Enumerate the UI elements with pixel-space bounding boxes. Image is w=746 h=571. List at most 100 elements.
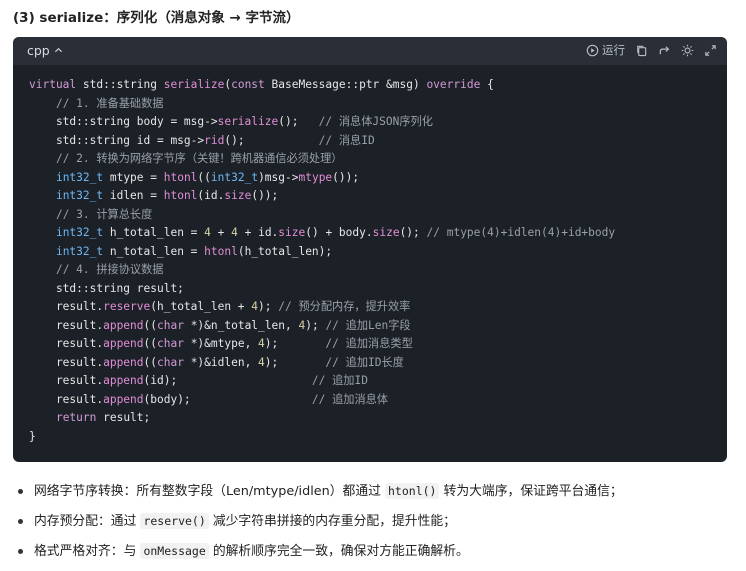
code-text: (( — [143, 318, 157, 332]
code-text: std::string — [76, 78, 164, 91]
code-line: return result; — [29, 409, 615, 428]
summary-list: 网络字节序转换：所有整数字段（Len/mtype/idlen）都通过 htonl… — [14, 481, 623, 571]
heading-prefix: (3) serialize： — [13, 10, 117, 26]
code-text: result. — [29, 355, 104, 369]
code-keyword: char — [157, 337, 184, 350]
code-comment: // 追加消息类型 — [325, 337, 413, 350]
code-text: result; — [96, 411, 151, 424]
code-line: // 3. 计算总长度 — [29, 206, 615, 225]
code-text: mtype = — [103, 170, 164, 184]
code-line: result.reserve(h_total_len + 4); // 预分配内… — [29, 298, 615, 317]
code-line: virtual std::string serialize(const Base… — [29, 76, 615, 95]
code-comment: // 消息体JSON序列化 — [318, 115, 433, 128]
code-text: ); — [264, 355, 326, 369]
code-number: 4 — [231, 226, 238, 239]
code-line: result.append((char *)&idlen, 4); // 追加I… — [29, 354, 615, 373]
code-text: (h_total_len + — [150, 300, 252, 313]
code-text: (body); — [143, 392, 312, 406]
heading-title: 序列化（消息对象 → 字节流） — [116, 10, 300, 26]
section-heading: (3) serialize：序列化（消息对象 → 字节流） — [13, 8, 300, 28]
run-button[interactable]: 运行 — [586, 42, 625, 58]
code-line: int32_t idlen = htonl(id.size()); — [29, 187, 615, 206]
bullet-text: 的解析顺序完全一致，确保对方能正确解析。 — [208, 544, 469, 559]
code-text: result. — [29, 337, 104, 350]
bullet-text: 格式严格对齐：与 — [34, 544, 141, 559]
code-text: () + body. — [305, 226, 373, 239]
code-line: result.append((char *)&n_total_len, 4); … — [29, 317, 615, 336]
code-text: ()); — [251, 189, 279, 202]
code-comment: // 追加消息体 — [311, 392, 389, 406]
language-collapse-toggle[interactable]: cpp — [27, 43, 63, 58]
code-text: std::string body = msg-> — [29, 115, 218, 128]
bullet-text: 转为大端序，保证跨平台通信； — [439, 484, 623, 499]
code-line: int32_t n_total_len = htonl(h_total_len)… — [29, 243, 615, 262]
code-line: // 1. 准备基础数据 — [29, 95, 615, 114]
code-line: // 2. 转换为网络字节序（关键！跨机器通信必须处理） — [29, 150, 615, 169]
code-text: std::string id = msg-> — [29, 133, 205, 147]
code-comment: // 2. 转换为网络字节序（关键！跨机器通信必须处理） — [55, 152, 343, 165]
code-line: std::string result; — [29, 280, 615, 299]
code-function: append — [103, 374, 144, 387]
bullet-text: 减少字符串拼接的内存重分配，提升性能； — [208, 514, 456, 529]
expand-icon — [705, 44, 716, 56]
code-type: int32_t — [55, 170, 104, 184]
code-function: htonl — [204, 244, 238, 258]
code-text: *)&n_total_len, — [183, 318, 299, 332]
code-keyword: return — [55, 411, 97, 424]
code-text: ); — [264, 337, 326, 350]
code-comment: // 4. 拼接协议数据 — [55, 263, 164, 276]
language-label: cpp — [27, 43, 50, 58]
fullscreen-button[interactable] — [704, 44, 717, 57]
code-text: result. — [29, 318, 104, 332]
share-button[interactable] — [658, 44, 671, 57]
sun-icon — [681, 44, 694, 56]
code-text: *)&mtype, — [183, 337, 259, 350]
play-circle-icon — [586, 44, 599, 56]
code-line: result.append(id); // 追加ID — [29, 372, 615, 391]
code-comment: // 1. 准备基础数据 — [55, 96, 164, 110]
bullet-text: 网络字节序转换：所有整数字段（Len/mtype/idlen）都通过 — [34, 484, 385, 499]
code-keyword: char — [157, 318, 184, 332]
code-function: htonl — [163, 170, 198, 184]
code-keyword: virtual — [29, 78, 77, 91]
code-content: virtual std::string serialize(const Base… — [29, 76, 615, 446]
code-text: } — [29, 429, 36, 443]
code-text: )msg-> — [258, 170, 299, 184]
code-type: int32_t — [55, 189, 104, 202]
code-function: append — [103, 337, 144, 350]
code-type: int32_t — [55, 244, 104, 258]
inline-code: reserve() — [140, 513, 209, 529]
code-text: std::string result; — [29, 281, 184, 295]
run-label: 运行 — [602, 43, 625, 57]
code-function: size — [372, 226, 400, 239]
code-text: (); — [224, 133, 319, 147]
code-comment: // 预分配内存，提升效率 — [278, 300, 411, 313]
list-item: 网络字节序转换：所有整数字段（Len/mtype/idlen）都通过 htonl… — [14, 481, 623, 511]
code-comment: // 追加ID长度 — [325, 355, 404, 369]
code-text: n_total_len = — [103, 244, 205, 258]
theme-toggle-button[interactable] — [681, 44, 694, 57]
code-function: size — [278, 226, 306, 239]
code-text: (( — [143, 337, 157, 350]
code-text: result. — [29, 300, 104, 313]
code-number: 4 — [204, 226, 211, 239]
code-comment: // 3. 计算总长度 — [55, 207, 153, 221]
code-line: result.append((char *)&mtype, 4); // 追加消… — [29, 335, 615, 354]
code-function: serialize — [217, 115, 279, 128]
code-keyword: override — [426, 78, 481, 91]
share-arrow-icon — [659, 45, 670, 54]
code-line: result.append(body); // 追加消息体 — [29, 391, 615, 410]
code-type: int32_t — [210, 170, 259, 184]
code-keyword: const — [231, 78, 265, 91]
code-function: reserve — [103, 300, 151, 313]
code-block-header: cpp 运行 — [13, 37, 727, 65]
copy-button[interactable] — [635, 44, 648, 57]
